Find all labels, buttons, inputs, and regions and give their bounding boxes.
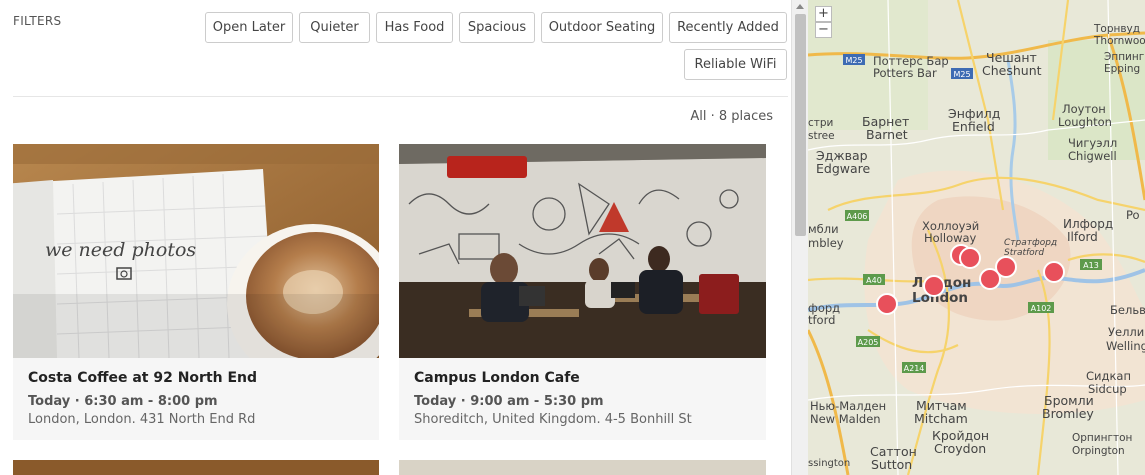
- map-place-ru: Эппинг: [1104, 51, 1144, 63]
- map-marker-pin[interactable]: [995, 256, 1017, 278]
- filter-chip-quieter[interactable]: Quieter: [299, 12, 370, 43]
- filter-chip-has-food[interactable]: Has Food: [376, 12, 453, 43]
- zoom-in-button[interactable]: +: [815, 6, 832, 22]
- map-marker-pin[interactable]: [959, 247, 981, 269]
- map-place-partial: stree: [808, 130, 835, 142]
- place-address: London, London. 431 North End Rd: [28, 412, 256, 427]
- results-count: All · 8 places: [690, 109, 773, 124]
- filter-chip-reliable-wifi[interactable]: Reliable WiFi: [684, 49, 787, 80]
- map-marker-pin[interactable]: [923, 275, 945, 297]
- map-place-ru: Нью-Малден: [810, 399, 886, 413]
- road-label: A406: [847, 212, 868, 221]
- zoom-out-button[interactable]: −: [815, 22, 832, 38]
- place-card-campus-london[interactable]: Campus London Cafe Today · 9:00 am - 5:3…: [399, 144, 766, 440]
- map-place-en: Sutton: [871, 457, 912, 472]
- map-place-partial: мбли: [808, 222, 839, 236]
- scroll-up-arrow-icon[interactable]: [796, 4, 804, 9]
- map-place-en: Enfield: [952, 119, 995, 134]
- map-marker-pin[interactable]: [876, 293, 898, 315]
- map-place-en: Ilford: [1067, 230, 1098, 244]
- filter-chip-open-later[interactable]: Open Later: [205, 12, 293, 43]
- map-place-ru: Торнвуд: [1093, 23, 1140, 35]
- handwritten-note: we need photos: [45, 239, 196, 261]
- road-label: A13: [1083, 261, 1099, 270]
- map-marker-pin[interactable]: [1043, 261, 1065, 283]
- place-hours: Today · 9:00 am - 5:30 pm: [414, 394, 604, 409]
- place-card-partial[interactable]: [399, 460, 766, 475]
- place-title[interactable]: Campus London Cafe: [414, 370, 580, 386]
- map-place-en: Stratford: [1004, 248, 1044, 258]
- map-place-en: Bromley: [1042, 406, 1094, 421]
- map-place-en: Mitcham: [914, 411, 968, 426]
- map-place-ru: Илфорд: [1063, 217, 1113, 231]
- map-place-en: Loughton: [1058, 115, 1112, 129]
- map-place-ru: Бельв: [1110, 303, 1145, 317]
- road-label: M25: [953, 70, 970, 79]
- map-place-ru: Сидкап: [1086, 369, 1131, 383]
- map-place-en: New Malden: [810, 412, 881, 426]
- filters-label: FILTERS: [13, 14, 62, 28]
- map-place-ru: Чигуэлл: [1068, 136, 1117, 150]
- results-scrollbar[interactable]: [791, 0, 808, 475]
- place-photo: [399, 144, 766, 358]
- results-panel: FILTERS Open Later Quieter Has Food Spac…: [0, 0, 791, 475]
- road-label: A205: [858, 338, 879, 347]
- road-label: A214: [904, 364, 925, 373]
- place-photo: we need photos: [13, 144, 379, 358]
- map-place-ru: Стратфорд: [1004, 238, 1057, 248]
- scrollbar-thumb[interactable]: [795, 14, 806, 236]
- map-place-en: Barnet: [866, 127, 908, 142]
- filter-chip-spacious[interactable]: Spacious: [459, 12, 535, 43]
- map-place-en: Croydon: [934, 441, 986, 456]
- map-place-ru: Лоутон: [1062, 102, 1106, 116]
- map-place-partial: mbley: [808, 236, 844, 250]
- road-label: A102: [1031, 304, 1052, 313]
- map-view[interactable]: M25 M25 A406 A40 A205 A214 A13 A102 Потт…: [808, 0, 1145, 475]
- map-place-en: Cheshunt: [982, 63, 1042, 78]
- map-place-en: Epping: [1104, 63, 1140, 75]
- map-place-en: Sidcup: [1088, 382, 1127, 396]
- place-card-partial[interactable]: [13, 460, 379, 475]
- map-place-en: Holloway: [924, 231, 977, 245]
- map-place-partial: tford: [808, 313, 835, 327]
- map-place-en: Thornwood: [1093, 35, 1145, 47]
- map-place-en: Chigwell: [1068, 149, 1117, 163]
- map-place-partial: Po: [1126, 208, 1140, 222]
- filter-chip-outdoor-seating[interactable]: Outdoor Seating: [541, 12, 663, 43]
- road-label: A40: [866, 276, 882, 285]
- map-place-en: Welling: [1106, 339, 1145, 353]
- map-place-ru: Орпингтон: [1072, 432, 1132, 444]
- place-card-costa-coffee[interactable]: we need photos Costa Coffee at 92 North …: [13, 144, 379, 440]
- filter-chip-recently-added[interactable]: Recently Added: [669, 12, 787, 43]
- road-label: M25: [845, 56, 862, 65]
- map-place-partial: ssington: [808, 458, 850, 469]
- map-place-en: Edgware: [816, 161, 871, 176]
- map-place-ru: Уеллинг: [1108, 325, 1145, 339]
- map-place-partial: стри: [808, 117, 833, 129]
- place-address: Shoreditch, United Kingdom. 4-5 Bonhill …: [414, 412, 692, 427]
- map-place-en: Potters Bar: [873, 66, 937, 80]
- filters-divider: [13, 96, 788, 97]
- place-hours: Today · 6:30 am - 8:00 pm: [28, 394, 218, 409]
- map-place-en: Orpington: [1072, 445, 1125, 457]
- place-title[interactable]: Costa Coffee at 92 North End: [28, 370, 257, 386]
